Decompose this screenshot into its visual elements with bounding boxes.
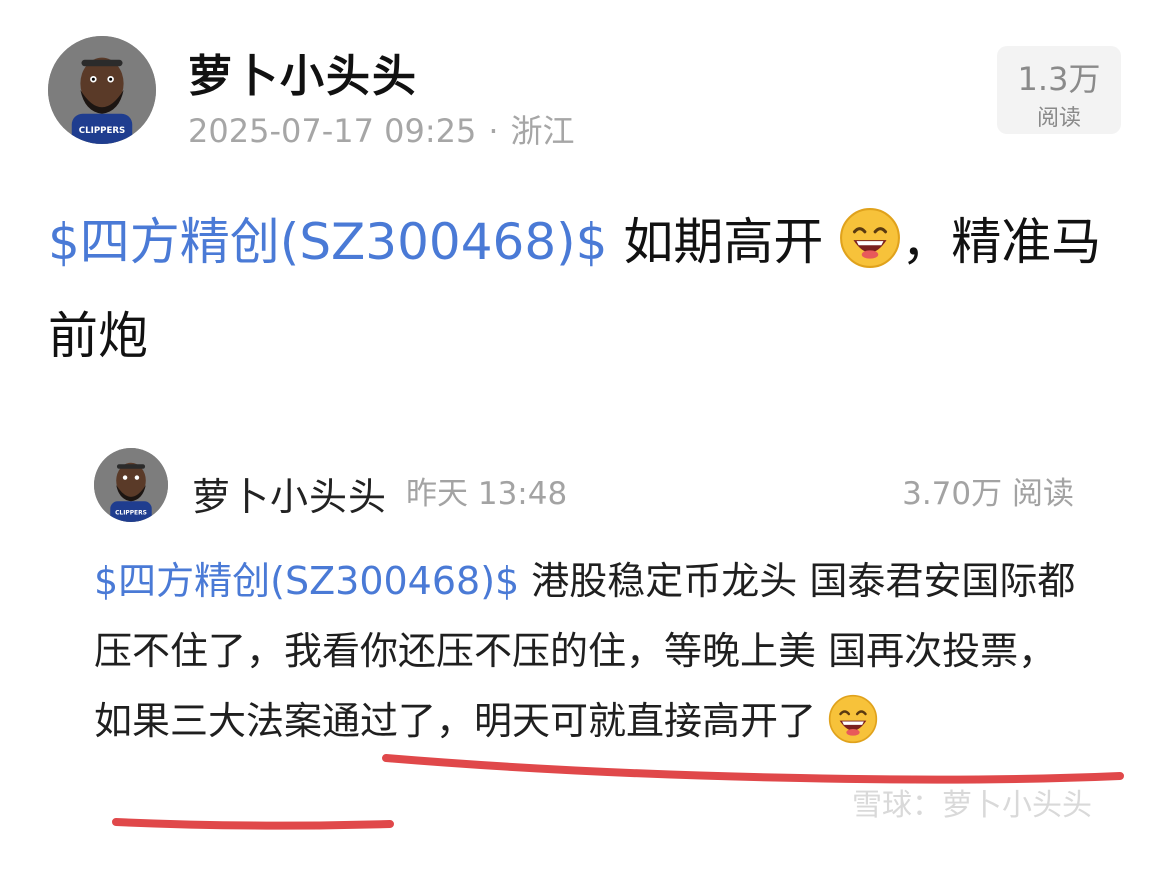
author-name[interactable]: 萝卜小头头 xyxy=(188,40,418,104)
meta-separator: · xyxy=(488,112,499,150)
post-body: $四方精创(SZ300468)$ 如期高开 ，精准马前炮 xyxy=(48,200,1128,378)
quote-time: 昨天 13:48 xyxy=(406,476,568,512)
watermark: 雪球：萝卜小头头 xyxy=(852,788,1092,823)
post-location: 浙江 xyxy=(510,112,575,150)
stock-link[interactable]: $四方精创(SZ300468)$ xyxy=(48,213,608,271)
post-text-part1: 如期高开 xyxy=(607,213,824,271)
quoted-screenshot: CLIPPERS 萝卜小头头 昨天 13:48 3.70万 阅读 $四方精创(S… xyxy=(80,430,1140,894)
player-avatar-icon: CLIPPERS xyxy=(94,448,168,522)
svg-text:CLIPPERS: CLIPPERS xyxy=(115,511,147,517)
quote-read-count: 3.70万 阅读 xyxy=(902,476,1074,512)
author-avatar[interactable]: CLIPPERS xyxy=(48,36,156,144)
quote-author-avatar: CLIPPERS xyxy=(94,448,168,522)
read-count-badge: 1.3万 阅读 xyxy=(997,46,1121,134)
quote-body: $四方精创(SZ300468)$ 港股稳定币龙头 国泰君安国际都压不住了，我看你… xyxy=(94,546,1084,766)
svg-text:CLIPPERS: CLIPPERS xyxy=(79,126,125,136)
quote-stock-link: $四方精创(SZ300468)$ xyxy=(94,559,520,603)
laughing-emoji-icon xyxy=(828,694,878,766)
post-date: 2025-07-17 09:25 xyxy=(188,112,477,150)
read-label: 阅读 xyxy=(1036,106,1081,131)
read-count: 1.3万 xyxy=(1017,60,1101,98)
red-underline-2 xyxy=(112,818,394,830)
post-meta: 2025-07-17 09:25 · 浙江 xyxy=(188,106,575,152)
laughing-emoji-icon xyxy=(839,207,901,294)
player-avatar-icon: CLIPPERS xyxy=(48,36,156,144)
quote-author-name: 萝卜小头头 xyxy=(192,475,388,519)
